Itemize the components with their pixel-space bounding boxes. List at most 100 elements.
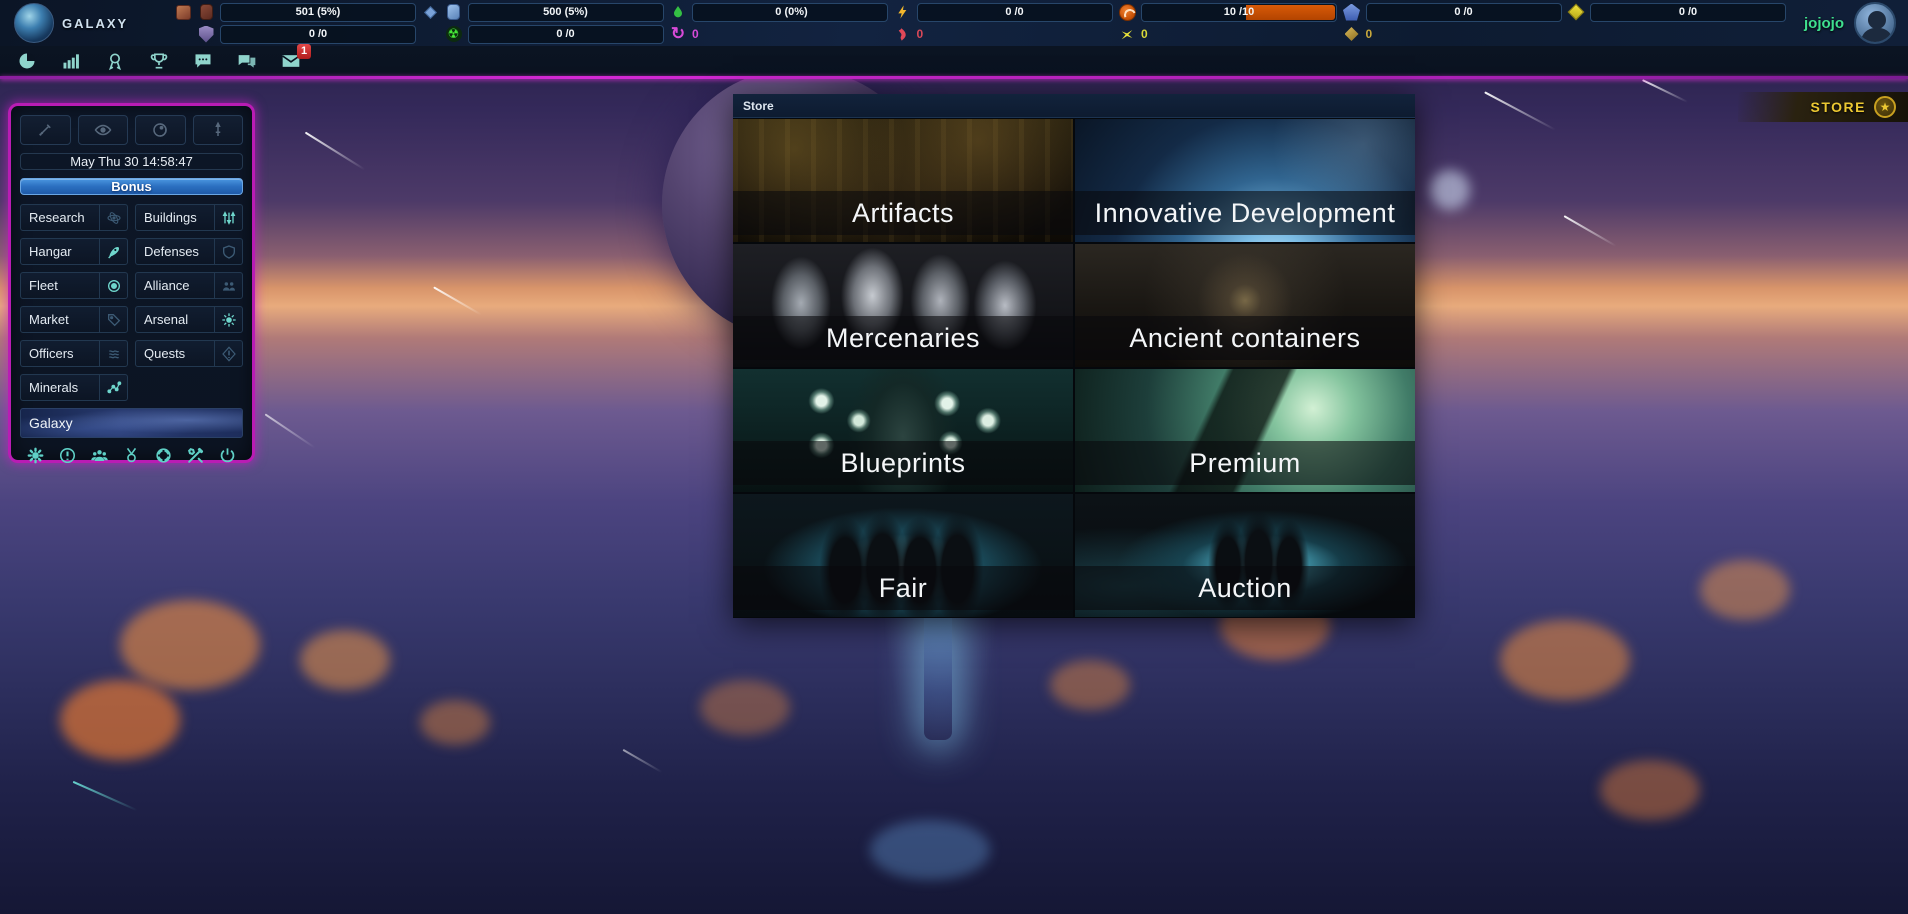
store-tile-blueprints[interactable]: Blueprints (733, 369, 1073, 492)
logo-emblem-icon (14, 3, 54, 43)
awards-icon[interactable] (104, 50, 126, 72)
overview-pie-icon[interactable] (16, 50, 38, 72)
fleet-slots-icon (1118, 3, 1136, 21)
sidebar-item-research[interactable]: Research (20, 204, 128, 231)
tools-icon[interactable] (185, 444, 207, 466)
resource-group-fuel: 0 (0%) ↻ 0 (669, 3, 888, 44)
premium-icon (1567, 3, 1585, 21)
info-icon[interactable] (56, 444, 78, 466)
crystal-bar[interactable]: 500 (5%) (468, 3, 664, 22)
population-icon (1343, 3, 1361, 21)
sidebar-item-quests[interactable]: Quests (135, 340, 243, 367)
resource-group-crystal: 500 (5%) ☢ 0 /0 (422, 3, 664, 44)
sidebar-panel: May Thu 30 14:58:47 Bonus Research Build… (8, 103, 255, 463)
top-resource-bar: GALAXY 501 (5%) 0 /0 500 (5%) ☢ (0, 0, 1908, 46)
datetime-display: May Thu 30 14:58:47 (20, 153, 243, 170)
sidebar-item-buildings[interactable]: Buildings (135, 204, 243, 231)
store-tiles-grid: Artifacts Innovative Development Mercena… (733, 118, 1415, 617)
hangar-rocket-icon (99, 239, 127, 264)
sidebar-item-fleet[interactable]: Fleet (20, 272, 128, 299)
messages-icon[interactable] (236, 50, 258, 72)
store-tile-premium[interactable]: Premium (1075, 369, 1415, 492)
sidebar-menu: Research Buildings Hangar Defenses Fleet (20, 204, 243, 438)
sidebar-item-hangar[interactable]: Hangar (20, 238, 128, 265)
store-modal: Store Artifacts Innovative Development M… (733, 94, 1415, 618)
alliance-people-icon (214, 273, 242, 298)
achievements-medal-icon[interactable] (120, 444, 142, 466)
statistics-icon[interactable] (60, 50, 82, 72)
chat-icon[interactable] (192, 50, 214, 72)
sidebar-item-officers[interactable]: Officers (20, 340, 128, 367)
population-bar[interactable]: 0 /0 (1366, 3, 1562, 22)
mail-badge: 1 (297, 44, 311, 59)
resource-strip: 501 (5%) 0 /0 500 (5%) ☢ 0 /0 (168, 3, 1804, 44)
store-tile-ancient-containers[interactable]: Ancient containers (1075, 244, 1415, 367)
minerals-nodes-icon (99, 375, 127, 400)
game-logo[interactable]: GALAXY (0, 0, 168, 46)
store-modal-title: Store (733, 94, 1415, 118)
sidebar-item-minerals[interactable]: Minerals (20, 374, 128, 401)
spy-eye-icon[interactable] (78, 115, 129, 145)
market-tag-icon (99, 307, 127, 332)
officers-chevrons-icon (99, 341, 127, 366)
dagger-icon[interactable] (193, 115, 244, 145)
metal-bar[interactable]: 501 (5%) (220, 3, 416, 22)
toolbar: 1 Main Planet [1:10:10] ▼ STORE ★ (0, 46, 1908, 76)
store-tile-artifacts[interactable]: Artifacts (733, 119, 1073, 242)
settings-gear-icon[interactable] (24, 444, 46, 466)
quests-exclamation-icon (214, 341, 242, 366)
fuel-bar[interactable]: 0 (0%) (692, 3, 888, 22)
rankings-trophy-icon[interactable] (148, 50, 170, 72)
store-tile-fair[interactable]: Fair (733, 494, 1073, 617)
resource-group-metal: 501 (5%) 0 /0 (174, 3, 416, 44)
bonus-button[interactable]: Bonus (20, 178, 243, 195)
tile-label-band: Ancient containers (1075, 316, 1415, 360)
resource-group-population: 0 /0 0 (1343, 3, 1562, 44)
tile-label-band: Mercenaries (733, 316, 1073, 360)
flame-icon (894, 25, 912, 43)
logo-text: GALAXY (62, 16, 128, 31)
sidebar-item-galaxy[interactable]: Galaxy (20, 408, 243, 438)
crystal-icon (422, 3, 440, 21)
shield-bar[interactable]: 0 /0 (220, 25, 416, 44)
store-tile-mercenaries[interactable]: Mercenaries (733, 244, 1073, 367)
buildings-sliders-icon (214, 205, 242, 230)
energy-bar[interactable]: 0 /0 (917, 3, 1113, 22)
crystal-storage-icon (445, 3, 463, 21)
sidebar-item-market[interactable]: Market (20, 306, 128, 333)
store-tile-auction[interactable]: Auction (1075, 494, 1415, 617)
store-tile-innovative-development[interactable]: Innovative Development (1075, 119, 1415, 242)
radiation-bar[interactable]: 0 /0 (468, 25, 664, 44)
store-medal-icon: ★ (1874, 96, 1896, 118)
research-atom-icon (99, 205, 127, 230)
support-ring-icon[interactable] (153, 444, 175, 466)
fleet-slots-bar[interactable]: 10 /10 (1141, 3, 1337, 22)
relic-count: 0 (1366, 27, 1373, 41)
attack-sword-icon[interactable] (20, 115, 71, 145)
recycler-icon: ↻ (669, 25, 687, 43)
metal-storage-icon (197, 3, 215, 21)
tile-label-band: Auction (1075, 566, 1415, 610)
arsenal-burst-icon (214, 307, 242, 332)
power-icon[interactable] (217, 444, 239, 466)
store-button[interactable]: STORE ★ (1738, 92, 1908, 122)
shield-icon (197, 25, 215, 43)
community-icon[interactable] (88, 444, 110, 466)
premium-bar[interactable]: 0 /0 (1590, 3, 1786, 22)
energy-icon (894, 3, 912, 21)
sidebar-item-alliance[interactable]: Alliance (135, 272, 243, 299)
username[interactable]: jojojo (1804, 15, 1844, 32)
spark-icon (1118, 25, 1136, 43)
spark-count: 0 (1141, 27, 1148, 41)
sidebar-item-defenses[interactable]: Defenses (135, 238, 243, 265)
fleet-slots-fill (1246, 5, 1335, 20)
radar-icon[interactable] (135, 115, 186, 145)
tile-label-band: Premium (1075, 441, 1415, 485)
sidebar-item-arsenal[interactable]: Arsenal (135, 306, 243, 333)
resource-group-premium: 0 /0 (1567, 3, 1786, 44)
relic-icon (1343, 25, 1361, 43)
mail-icon[interactable]: 1 (280, 50, 302, 72)
avatar[interactable] (1854, 2, 1896, 44)
user-zone: jojojo (1804, 2, 1908, 44)
tile-label-band: Blueprints (733, 441, 1073, 485)
